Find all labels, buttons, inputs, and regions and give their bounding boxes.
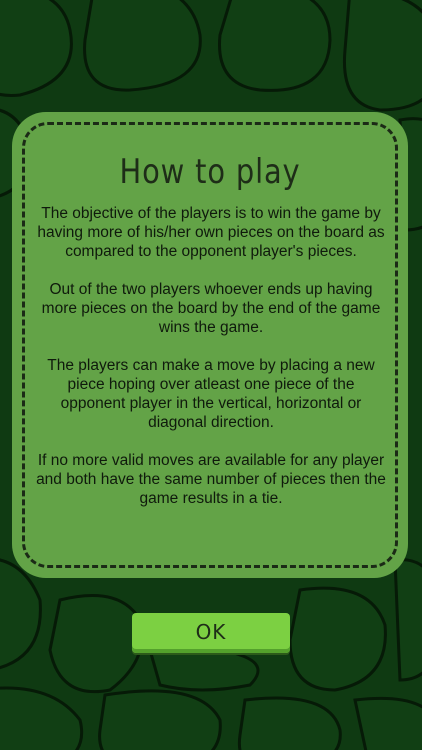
dialog-title: How to play — [119, 152, 301, 192]
instruction-paragraph: The objective of the players is to win t… — [37, 205, 385, 260]
ok-button[interactable]: OK — [132, 613, 290, 653]
instruction-paragraph: If no more valid moves are available for… — [36, 452, 386, 507]
how-to-play-dialog: How to play The objective of the players… — [12, 112, 408, 578]
instructions-text: The objective of the players is to win t… — [36, 204, 386, 527]
ok-button-label: OK — [195, 620, 227, 644]
instruction-paragraph: The players can make a move by placing a… — [47, 357, 375, 431]
instruction-paragraph: Out of the two players whoever ends up h… — [41, 281, 381, 336]
